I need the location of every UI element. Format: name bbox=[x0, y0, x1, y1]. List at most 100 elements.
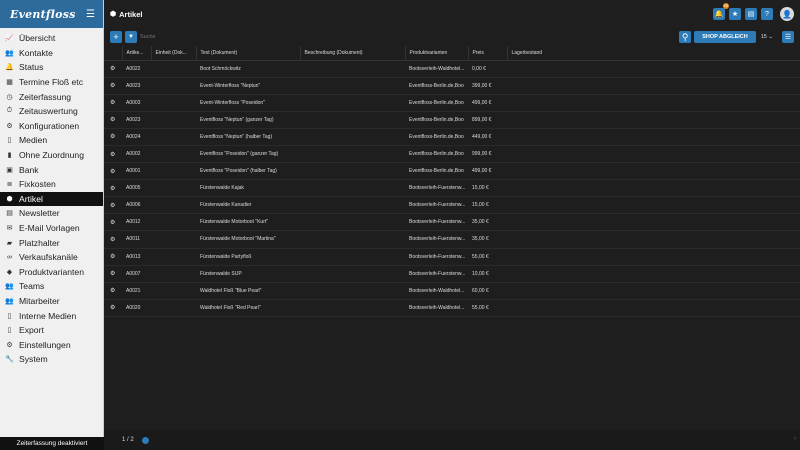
gear-icon[interactable]: ⚙ bbox=[104, 94, 122, 112]
newspaper-icon: ▤ bbox=[6, 210, 13, 218]
table-row[interactable]: ⚙ A0023 Event-Winterfloss "Neptun" Eventflo… bbox=[104, 77, 800, 95]
gear-icon[interactable]: ⚙ bbox=[104, 248, 122, 266]
sidebar-item[interactable]: 👥 Kontakte bbox=[0, 46, 103, 61]
table-cell: 15,00 € bbox=[468, 179, 507, 198]
sidebar-item[interactable]: ◷ Zeiterfassung bbox=[0, 89, 103, 104]
gear-icon[interactable]: ⚙ bbox=[104, 162, 122, 181]
sidebar-item[interactable]: ⚙ Konfigurationen bbox=[0, 119, 103, 134]
sidebar-item[interactable]: 📈 Übersicht bbox=[0, 31, 103, 46]
table-row[interactable]: ⚙ A0024 Eventfloss "Neptun" (halber Tag) Ev… bbox=[104, 128, 800, 146]
column-header[interactable]: Text (Dokument) bbox=[196, 46, 301, 61]
favorites-button[interactable]: ★ bbox=[729, 8, 741, 20]
users-icon: 👥 bbox=[5, 49, 14, 57]
table-cell bbox=[300, 299, 405, 317]
table-cell: Eventfloss-Berlin.de,Boo bbox=[405, 94, 468, 112]
table-row[interactable]: ⚙ A0023 Eventfloss "Neptun" (ganzer Tag) Ev… bbox=[104, 111, 800, 129]
gear-icon[interactable]: ⚙ bbox=[104, 299, 122, 317]
gear-icon[interactable]: ⚙ bbox=[104, 196, 122, 215]
file-icon: ▯ bbox=[7, 137, 12, 145]
table-cell bbox=[300, 265, 405, 283]
column-header[interactable]: Preis bbox=[468, 46, 508, 61]
chevron-right-icon[interactable]: › bbox=[794, 436, 796, 442]
sidebar-item[interactable]: ▣ Bank bbox=[0, 162, 103, 177]
sidebar-item[interactable]: ∞ Verkaufskanäle bbox=[0, 250, 103, 265]
table-body: ⚙ A0022 Boot Schmöckwitz Bootsverleih-Waldh… bbox=[104, 60, 800, 317]
table-cell bbox=[300, 111, 405, 129]
table-cell bbox=[151, 111, 196, 129]
table-cell: Eventfloss "Neptun" (halber Tag) bbox=[196, 128, 300, 146]
sidebar-item[interactable]: ▯ Medien bbox=[0, 133, 103, 148]
table-cell bbox=[507, 94, 800, 112]
logo[interactable]: Eventfloss bbox=[10, 8, 76, 21]
sidebar-item[interactable]: 🔔 Status bbox=[0, 60, 103, 75]
table-row[interactable]: ⚙ A0005 Fürstenwalde Kajak Bootsverleih-Fue… bbox=[104, 179, 800, 198]
search-button[interactable]: ⚲ bbox=[679, 31, 692, 43]
sidebar-item[interactable]: ▯ Interne Medien bbox=[0, 308, 103, 323]
column-header[interactable]: Artike... bbox=[122, 46, 152, 61]
sidebar-item[interactable]: 🔧 System bbox=[0, 352, 103, 367]
table-row[interactable]: ⚙ A0022 Boot Schmöckwitz Bootsverleih-Waldh… bbox=[104, 60, 800, 78]
list-icon: ▤ bbox=[747, 11, 755, 18]
hamburger-icon[interactable]: ☰ bbox=[86, 9, 95, 20]
sidebar-item[interactable]: ⚙ Einstellungen bbox=[0, 337, 103, 352]
column-header[interactable]: Produktvarianten bbox=[405, 46, 469, 61]
gear-icon[interactable]: ⚙ bbox=[104, 179, 122, 198]
sidebar-item[interactable]: 👥 Mitarbeiter bbox=[0, 294, 103, 309]
time-tracking-status: Zeiterfassung deaktiviert bbox=[0, 437, 104, 450]
table-row[interactable]: ⚙ A0003 Event-Winterfloss "Poseidon" Eventf… bbox=[104, 94, 800, 112]
table-cell: 999,00 € bbox=[468, 145, 507, 164]
column-header[interactable]: Beschreibung (Dokument) bbox=[300, 46, 406, 61]
table-row[interactable]: ⚙ A0012 Fürstenwalde Motorboot "Kurt" Boots… bbox=[104, 213, 800, 232]
table-row[interactable]: ⚙ A0002 Eventfloss "Poseidon" (ganzer Tag)… bbox=[104, 145, 800, 164]
table-row[interactable]: ⚙ A0011 Fürstenwalde Motorboot "Martina" Bo… bbox=[104, 230, 800, 249]
sidebar-item[interactable]: ▮ Ohne Zuordnung bbox=[0, 148, 103, 163]
table-cell bbox=[507, 111, 800, 129]
column-header[interactable]: Lagerbestand bbox=[507, 46, 800, 61]
sidebar-item[interactable]: ▰ Platzhalter bbox=[0, 235, 103, 250]
list-button[interactable]: ▤ bbox=[745, 8, 757, 20]
toolbar-right: ⚲ SHOP ABGLEICH 15 ⌄ ☰ bbox=[679, 31, 794, 43]
gear-icon[interactable]: ⚙ bbox=[104, 77, 122, 95]
sidebar-item[interactable]: ⏱ Zeitauswertung bbox=[0, 104, 103, 119]
add-button[interactable]: + bbox=[110, 31, 122, 43]
gear-icon[interactable]: ⚙ bbox=[104, 213, 122, 232]
table-row[interactable]: ⚙ A0007 Fürstenwalde SUP Bootsverleih-Fuers… bbox=[104, 265, 800, 283]
sidebar-item[interactable]: ≣ Fixkosten bbox=[0, 177, 103, 192]
sidebar-item[interactable]: 👥 Teams bbox=[0, 279, 103, 294]
filter-button[interactable]: ▼ bbox=[125, 31, 137, 43]
table-row[interactable]: ⚙ A0013 Fürstenwalde Partyfloß Bootsverleih… bbox=[104, 248, 800, 266]
sidebar-item[interactable]: ⬢ Artikel bbox=[0, 191, 103, 207]
gear-icon[interactable]: ⚙ bbox=[104, 265, 122, 283]
gear-icon[interactable]: ⚙ bbox=[104, 145, 122, 164]
sidebar-item[interactable]: ▤ Newsletter bbox=[0, 206, 103, 221]
bank-icon: ▣ bbox=[6, 166, 13, 174]
gear-icon[interactable]: ⚙ bbox=[104, 60, 122, 78]
notifications-button[interactable]: 🔔 99 bbox=[713, 3, 729, 20]
table-cell bbox=[507, 60, 800, 78]
sidebar-item-label: Platzhalter bbox=[19, 237, 60, 248]
link-icon: ∞ bbox=[7, 253, 12, 261]
table-cell bbox=[300, 94, 405, 112]
sidebar-item[interactable]: ✉ E-Mail Vorlagen bbox=[0, 221, 103, 236]
page-dot-icon[interactable] bbox=[141, 436, 149, 444]
gear-icon[interactable]: ⚙ bbox=[104, 230, 122, 249]
gear-icon[interactable]: ⚙ bbox=[104, 111, 122, 129]
table-row[interactable]: ⚙ A0021 Waldhotel Floß "Blue Pearl" Bootsve… bbox=[104, 282, 800, 300]
sidebar-item[interactable]: ▦ Termine Floß etc bbox=[0, 75, 103, 90]
table-row[interactable]: ⚙ A0006 Fürstenwalde Kanadier Bootsverleih-… bbox=[104, 196, 800, 215]
per-page-select[interactable]: 15 ⌄ bbox=[761, 34, 773, 40]
gear-icon[interactable]: ⚙ bbox=[104, 128, 122, 146]
column-header[interactable]: Einheit (Dok... bbox=[151, 46, 197, 61]
table-row[interactable]: ⚙ A0001 Eventfloss "Poseidon" (halber Tag)… bbox=[104, 162, 800, 181]
sidebar-item[interactable]: ◆ Produktvarianten bbox=[0, 265, 103, 280]
column-header[interactable] bbox=[104, 46, 123, 61]
shop-sync-button[interactable]: SHOP ABGLEICH bbox=[694, 31, 756, 43]
sidebar-item[interactable]: ▯ Export bbox=[0, 323, 103, 338]
avatar[interactable]: 👤 bbox=[780, 7, 794, 21]
help-button[interactable]: ? bbox=[761, 8, 773, 20]
table-cell bbox=[300, 162, 405, 181]
gear-icon[interactable]: ⚙ bbox=[104, 282, 122, 300]
search-input[interactable] bbox=[140, 34, 340, 40]
columns-button[interactable]: ☰ bbox=[782, 31, 794, 43]
table-row[interactable]: ⚙ A0020 Waldhotel Floß "Red Pearl" Bootsver… bbox=[104, 299, 800, 317]
